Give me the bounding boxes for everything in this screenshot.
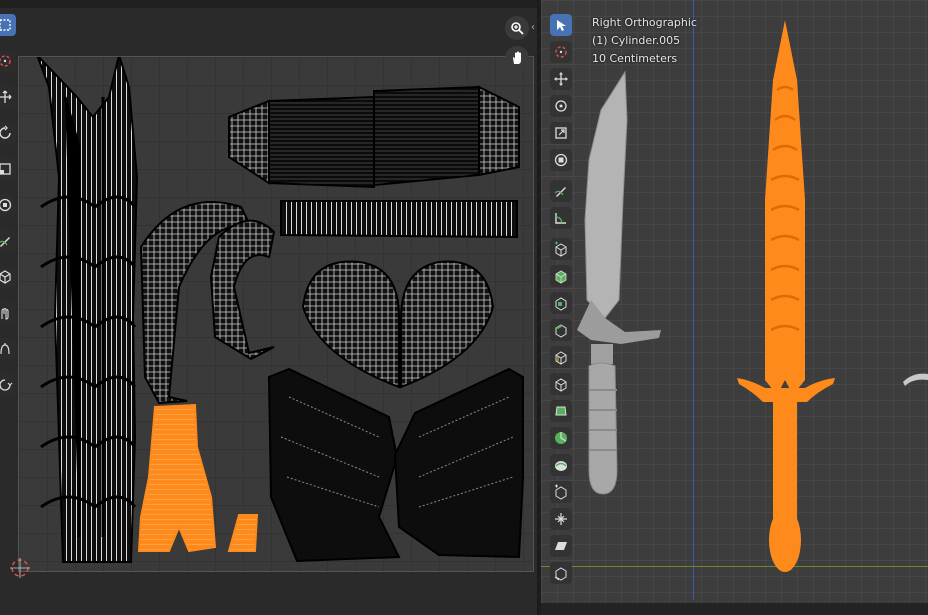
smooth-icon[interactable] (550, 454, 572, 476)
bevel-icon[interactable] (550, 319, 572, 341)
loop-cut-icon[interactable] (550, 346, 572, 368)
rip-icon[interactable] (0, 374, 16, 396)
sword-selected (737, 20, 835, 572)
add-cube-icon[interactable] (550, 238, 572, 260)
rotate-icon[interactable] (0, 122, 16, 144)
viewport-toolbar (550, 14, 572, 589)
cursor-icon[interactable] (550, 41, 572, 63)
scene-objects (577, 20, 928, 572)
uv-island-arc-inner (209, 219, 276, 361)
collapse-chevron-icon[interactable]: ‹ (531, 22, 535, 33)
measure-icon[interactable] (550, 207, 572, 229)
cursor-icon[interactable] (0, 50, 16, 72)
uv-island-grip-right (393, 367, 524, 559)
grab-icon[interactable] (0, 266, 16, 288)
viewport-info: Right Orthographic (1) Cylinder.005 10 C… (592, 14, 697, 68)
grid-scale: 10 Centimeters (592, 52, 678, 65)
uv-editor[interactable]: ‹ (0, 0, 538, 615)
spin-icon[interactable] (550, 427, 572, 449)
uv-island-pommel-left (301, 260, 400, 389)
edge-slide-icon[interactable] (550, 481, 572, 503)
pan-hand-icon[interactable] (505, 46, 529, 70)
uv-island-selected (137, 403, 217, 553)
zoom-icon[interactable] (505, 16, 529, 40)
3d-viewport[interactable]: Right Orthographic (1) Cylinder.005 10 C… (541, 0, 928, 615)
annotate-icon[interactable] (0, 230, 16, 252)
transform-icon[interactable] (0, 194, 16, 216)
partial-object (903, 373, 928, 386)
view-name: Right Orthographic (592, 16, 697, 29)
scale-icon[interactable] (550, 122, 572, 144)
uv-island-strip (280, 200, 518, 239)
2d-cursor-icon (10, 558, 30, 578)
move-icon[interactable] (550, 68, 572, 90)
pinch-icon[interactable] (0, 302, 16, 324)
move-icon[interactable] (0, 86, 16, 108)
viewport-footer (541, 603, 928, 615)
poly-build-icon[interactable] (550, 400, 572, 422)
shear-icon[interactable] (550, 535, 572, 557)
relax-icon[interactable] (0, 338, 16, 360)
uv-island-pommel-right (400, 260, 495, 389)
scale-icon[interactable] (0, 158, 16, 180)
transform-icon[interactable] (550, 149, 572, 171)
shrink-fatten-icon[interactable] (550, 508, 572, 530)
select-box-icon[interactable] (550, 14, 572, 36)
inset-icon[interactable] (550, 292, 572, 314)
annotate-icon[interactable] (550, 180, 572, 202)
select-box-icon[interactable] (0, 14, 16, 36)
uv-island-blade (36, 57, 139, 563)
rotate-icon[interactable] (550, 95, 572, 117)
uv-island-guard (228, 85, 520, 189)
uv-grid[interactable] (18, 56, 534, 572)
uv-header-strip (0, 0, 537, 8)
object-name: (1) Cylinder.005 (592, 34, 681, 47)
extrude-icon[interactable] (550, 265, 572, 287)
uv-toolbar (0, 14, 16, 410)
knife-icon[interactable] (550, 373, 572, 395)
uv-island-grip-left (267, 367, 401, 563)
uv-islands (36, 57, 524, 563)
sword-mesh (577, 70, 661, 495)
rip-region-icon[interactable] (550, 562, 572, 584)
